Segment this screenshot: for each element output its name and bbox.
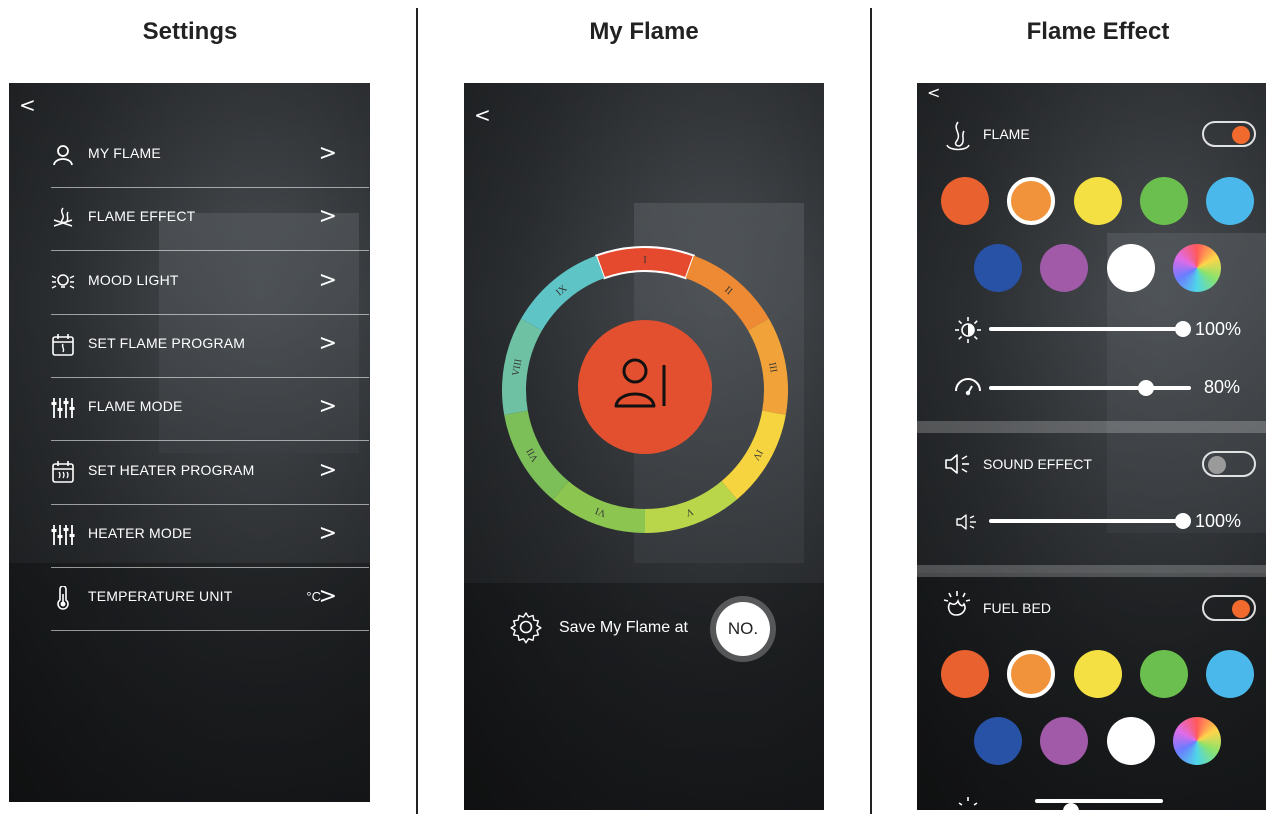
settings-item-label: SET FLAME PROGRAM	[88, 334, 246, 351]
calendar-heat-icon	[52, 460, 74, 483]
fuel-bed-color-swatch-7[interactable]	[1040, 717, 1088, 765]
thermometer-icon	[57, 586, 69, 610]
speed-slider[interactable]	[989, 386, 1191, 390]
settings-item-label: SET HEATER PROGRAM	[88, 461, 255, 478]
back-button[interactable]: <	[19, 93, 36, 117]
save-slot-button[interactable]: NO.	[716, 602, 770, 656]
fuel-bed-toggle[interactable]	[1202, 595, 1256, 621]
section-divider	[917, 565, 1266, 577]
settings-item-mood-light[interactable]: MOOD LIGHT >	[9, 252, 369, 315]
flame-color-swatch-7[interactable]	[1040, 244, 1088, 292]
sliders-icon	[51, 398, 75, 419]
speaker-icon	[945, 454, 969, 474]
myflame-screen: < I II III IV V VI VII VIII IX Save My Flame at …	[464, 83, 824, 810]
effect-screen: < FLAME 100% 80% SOUND EFFECT 100% FUEL …	[917, 83, 1266, 810]
settings-item-heater-mode[interactable]: HEATER MODE >	[9, 505, 369, 568]
flame-section-label: FLAME	[983, 126, 1030, 142]
bulb-icon	[51, 273, 75, 289]
settings-item-temperature-unit[interactable]: TEMPERATURE UNIT °C >	[9, 568, 369, 632]
sound-section-label: SOUND EFFECT	[983, 456, 1092, 472]
speed-value: 80%	[1204, 377, 1241, 397]
brightness-value: 100%	[1195, 319, 1242, 339]
person-icon	[53, 145, 73, 166]
back-button[interactable]: <	[474, 103, 491, 127]
fuel-bed-color-swatch-3[interactable]	[1074, 650, 1122, 698]
chevron-right-icon: >	[318, 457, 337, 483]
fuel-bed-color-swatch-2[interactable]	[1007, 650, 1055, 698]
settings-item-label: FLAME EFFECT	[88, 208, 196, 225]
sliders-icon	[51, 524, 75, 545]
settings-item-label: MY FLAME	[88, 145, 161, 161]
fuel-bed-color-swatch-9[interactable]	[1173, 717, 1221, 765]
preset-label-3: III	[766, 362, 779, 374]
volume-value: 100%	[1195, 511, 1242, 531]
brightness-slider-knob[interactable]	[1175, 321, 1191, 337]
volume-slider[interactable]	[989, 519, 1183, 523]
chevron-right-icon: >	[318, 584, 337, 610]
gear-icon	[508, 609, 544, 650]
campfire-icon	[53, 207, 73, 228]
effect-column-title: Flame Effect	[1026, 18, 1170, 45]
volume-icon	[956, 514, 976, 530]
flame-toggle-knob	[1232, 126, 1250, 144]
settings-column-title: Settings	[142, 18, 238, 45]
sound-toggle-knob	[1208, 456, 1226, 474]
speed-icon	[955, 378, 981, 396]
chevron-right-icon: >	[318, 520, 337, 546]
chevron-right-icon: >	[318, 141, 337, 166]
chevron-right-icon: >	[318, 330, 337, 356]
sound-toggle[interactable]	[1202, 451, 1256, 477]
settings-item-set-heater-program[interactable]: SET HEATER PROGRAM >	[9, 442, 369, 505]
flame-color-swatch-5[interactable]	[1206, 177, 1254, 225]
fuel-bed-toggle-knob	[1232, 600, 1250, 618]
chevron-right-icon: >	[318, 267, 337, 293]
person-icon	[614, 358, 666, 408]
flame-color-swatch-3[interactable]	[1074, 177, 1122, 225]
fuel-bed-color-swatch-5[interactable]	[1206, 650, 1254, 698]
divider-right	[870, 8, 872, 814]
section-divider	[917, 421, 1266, 433]
settings-item-label: FLAME MODE	[88, 398, 183, 415]
settings-item-flame-mode[interactable]: FLAME MODE >	[9, 378, 369, 442]
myflame-column-title: My Flame	[589, 18, 699, 45]
settings-item-my-flame[interactable]: MY FLAME >	[9, 125, 369, 188]
settings-item-set-flame-program[interactable]: SET FLAME PROGRAM >	[9, 315, 369, 378]
back-button[interactable]: <	[927, 83, 940, 102]
flame-color-swatch-9[interactable]	[1173, 244, 1221, 292]
flame-color-swatch-4[interactable]	[1140, 177, 1188, 225]
chevron-right-icon: >	[318, 394, 337, 420]
brightness-icon	[958, 797, 978, 806]
flame-toggle[interactable]	[1202, 121, 1256, 147]
volume-slider-knob[interactable]	[1175, 513, 1191, 529]
flame-icon	[946, 121, 970, 151]
settings-item-label: HEATER MODE	[88, 524, 192, 541]
flame-color-swatch-2[interactable]	[1007, 177, 1055, 225]
settings-screen: < MY FLAME > FLAME EFFECT > MOOD LIGHT > SET F…	[9, 83, 370, 802]
fuel-bed-color-swatch-6[interactable]	[974, 717, 1022, 765]
brightness-slider[interactable]	[989, 327, 1183, 331]
fuel-bed-color-swatch-1[interactable]	[941, 650, 989, 698]
flame-color-swatch-6[interactable]	[974, 244, 1022, 292]
flame-color-swatch-1[interactable]	[941, 177, 989, 225]
settings-item-label: TEMPERATURE UNIT	[88, 588, 233, 605]
preset-label-1: I	[643, 255, 646, 266]
settings-item-label: MOOD LIGHT	[88, 271, 179, 288]
fuel-bed-color-swatch-8[interactable]	[1107, 717, 1155, 765]
save-my-flame-label: Save My Flame at	[559, 619, 688, 636]
calendar-flame-icon	[52, 333, 74, 356]
speed-slider-knob[interactable]	[1138, 380, 1154, 396]
fuel-bed-icon	[943, 591, 971, 616]
settings-item-flame-effect[interactable]: FLAME EFFECT >	[9, 188, 369, 252]
chevron-right-icon: >	[318, 204, 337, 230]
scroll-indicator	[1035, 799, 1163, 803]
my-flame-center-button[interactable]	[578, 320, 712, 454]
flame-color-swatch-8[interactable]	[1107, 244, 1155, 292]
brightness-icon	[955, 317, 981, 343]
fuel-bed-color-swatch-4[interactable]	[1140, 650, 1188, 698]
fuel-bed-section-label: FUEL BED	[983, 600, 1051, 616]
row-divider	[51, 630, 369, 632]
divider-left	[416, 8, 418, 814]
